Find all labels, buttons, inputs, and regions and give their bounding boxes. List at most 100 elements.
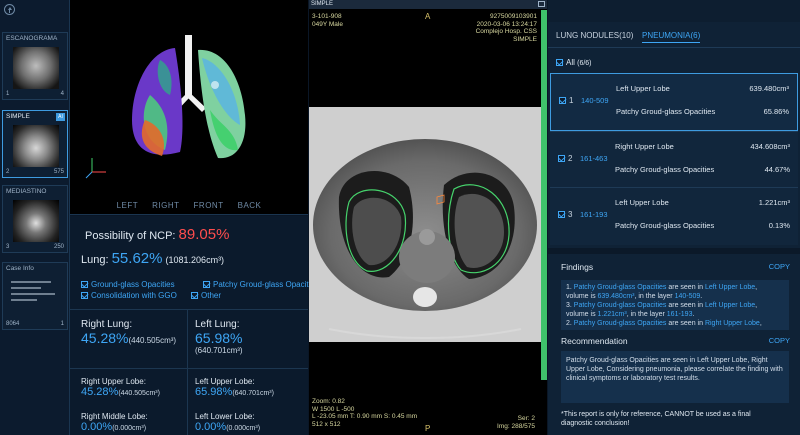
checkbox-icon[interactable] (558, 155, 565, 163)
finding-text: Patchy Groud-glass Opacities (573, 320, 667, 327)
ncp-probability: Possibility of NCP: 89.05% (85, 226, 229, 243)
image-index-overlay: Ser: 2 Img: 288/575 (497, 415, 535, 430)
series-thumb-escanograma[interactable]: ESCANOGRAMA 1 4 (2, 32, 68, 100)
finding-text: 161-193 (666, 311, 693, 318)
lesion-slice-range[interactable]: 140-509 (581, 96, 609, 105)
lesion-item[interactable]: 2 161-463 Right Upper Lobe 434.608cm³ Pa… (550, 131, 798, 189)
lesion-type: Patchy Groud-glass Opacities (615, 165, 715, 174)
view-direction-bar: LEFT RIGHT FRONT BACK (70, 201, 308, 210)
copy-findings-button[interactable]: COPY (769, 262, 790, 271)
slice-scrollbar[interactable] (541, 10, 547, 380)
divider (548, 47, 800, 48)
legend-other[interactable]: Other (191, 291, 221, 300)
lesion-slice-range[interactable]: 161-463 (580, 154, 608, 163)
lung-ratio: Lung: 55.62% (1081.206cm³) (81, 250, 224, 267)
divider (70, 368, 308, 369)
lesion-index: 1 (569, 96, 574, 105)
series-thumb-mediastino[interactable]: MEDIASTINO 3 250 (2, 185, 68, 253)
ai-badge: AI (56, 113, 65, 121)
lesion-slice-range[interactable]: 161-193 (580, 210, 608, 219)
series-thumb-case-info[interactable]: Case Info 8064 1 (2, 262, 68, 330)
lesion-ratio: 44.67% (764, 165, 790, 174)
series-strip: ESCANOGRAMA 1 4 SIMPLE AI 2 575 MEDIASTI… (0, 0, 70, 435)
finding-text: Patchy Groud-glass Opacities (573, 284, 667, 291)
legend-ggo[interactable]: Ground-glass Opacities (81, 280, 175, 289)
legend-label: Other (201, 291, 222, 300)
finding-text: 2. (566, 320, 572, 327)
view-right-button[interactable]: RIGHT (152, 201, 179, 210)
finding-text: , in the layer (634, 293, 675, 300)
study-id: 9275009103901 (490, 13, 537, 20)
legend-consolidation[interactable]: Consolidation with GGO (81, 291, 177, 300)
view-front-button[interactable]: FRONT (194, 201, 224, 210)
lung-3d-view[interactable]: LEFT RIGHT FRONT BACK (70, 0, 308, 215)
lung-3d-render (85, 35, 246, 179)
lesion-stats-panel: Possibility of NCP: 89.05% Lung: 55.62% … (70, 216, 309, 435)
display-overlay: Zoom: 0.82 W 1500 L -500 L -23.05 mm T: … (312, 398, 417, 428)
left-lung-stat: Left Lung: 65.98% (640.701cm³) (195, 319, 243, 355)
stat-title: Right Middle Lobe: (81, 412, 148, 421)
view-left-button[interactable]: LEFT (117, 201, 139, 210)
checkbox-icon[interactable] (191, 292, 198, 300)
lesion-item[interactable]: 3 161-193 Left Upper Lobe 1.221cm³ Patch… (550, 187, 798, 245)
ct-viewer[interactable]: SIMPLE 3-101-908 049Y Male A 92750091039… (309, 0, 547, 435)
findings-text: 1. Patchy Groud-glass Opacities are seen… (561, 280, 789, 330)
checkbox-icon[interactable] (556, 59, 563, 67)
stat-percent: 65.98% (195, 330, 243, 346)
ncp-value: 89.05% (178, 226, 230, 243)
left-upper-lobe-stat: Left Upper Lobe: 65.98%(640.701cm³) (195, 377, 274, 398)
cloud-upload-icon[interactable] (4, 4, 15, 15)
checkbox-icon[interactable] (203, 281, 210, 289)
series-label: Case Info (6, 265, 34, 272)
right-lung-stat: Right Lung: 45.28%(440.505cm³) (81, 319, 176, 346)
lesion-lobe: Left Upper Lobe (616, 84, 670, 93)
checkbox-icon[interactable] (81, 281, 88, 289)
copy-recommendation-button[interactable]: COPY (769, 336, 790, 345)
stat-volume: (440.505cm³) (128, 336, 177, 345)
finding-text: 3. (566, 302, 572, 309)
finding-text: , (759, 320, 762, 327)
zoom-readout: Zoom: 0.82 (312, 398, 345, 405)
series-index: 3 (6, 244, 10, 250)
stat-percent: 45.28% (81, 330, 129, 346)
tab-lung-nodules[interactable]: LUNG NODULES(10) (556, 31, 633, 40)
lesion-volume: 434.608cm³ (750, 142, 790, 151)
view-back-button[interactable]: BACK (238, 201, 262, 210)
checkbox-icon[interactable] (559, 97, 566, 105)
stat-percent: 45.28% (81, 386, 119, 398)
stat-percent: 0.00% (81, 421, 113, 433)
finding-text: are seen in (666, 284, 705, 291)
orientation-top: A (425, 12, 431, 21)
disclaimer-line: diagnostic conclusion! (561, 420, 630, 427)
divider (187, 309, 188, 435)
ct-axial-slice (309, 107, 541, 342)
stat-percent: 65.98% (195, 386, 233, 398)
checkbox-icon[interactable] (558, 211, 565, 219)
finding-text: 140-509 (674, 293, 701, 300)
stat-percent: 0.00% (195, 421, 227, 433)
stat-volume: (0.000cm³) (112, 425, 147, 432)
ct-mediastinum-thumbnail (13, 200, 59, 242)
series-thumb-simple[interactable]: SIMPLE AI 2 575 (2, 110, 68, 178)
slice-position-readout: L -23.05 mm T: 0.90 mm S: 0.45 mm (312, 413, 418, 420)
maximize-icon[interactable] (538, 1, 545, 7)
left-lower-lobe-stat: Left Lower Lobe: 0.00%(0.000cm³) (195, 412, 260, 433)
series-count: 4 (60, 91, 64, 97)
tab-pneumonia[interactable]: PNEUMONIA(6) (642, 31, 701, 43)
divider (70, 309, 308, 310)
recommendation-text: Patchy Groud-glass Opacities are seen in… (561, 351, 789, 403)
select-all[interactable]: All (6/6) (556, 58, 592, 67)
legend-label: Consolidation with GGO (91, 291, 177, 300)
series-label: ESCANOGRAMA (6, 35, 58, 42)
checkbox-icon[interactable] (81, 292, 88, 300)
lesion-item[interactable]: 1 140-509 Left Upper Lobe 639.480cm³ Pat… (550, 73, 798, 131)
study-datetime: 2020-03-06 13:24:17 (476, 20, 537, 28)
legend-patchy-ggo[interactable]: Patchy Groud-glass Opacit (203, 280, 309, 289)
institution: Complejo Hosp. CSS (475, 28, 537, 35)
stat-volume: (0.000cm³) (226, 425, 261, 432)
ai-report-panel: LUNG NODULES(10) PNEUMONIA(6) All (6/6) … (548, 0, 800, 435)
chest-xray-thumbnail (13, 47, 59, 89)
study-overlay: 9275009103901 2020-03-06 13:24:17 Comple… (476, 13, 537, 43)
lesion-index: 3 (568, 210, 573, 219)
stat-title: Right Lung: (81, 319, 133, 330)
